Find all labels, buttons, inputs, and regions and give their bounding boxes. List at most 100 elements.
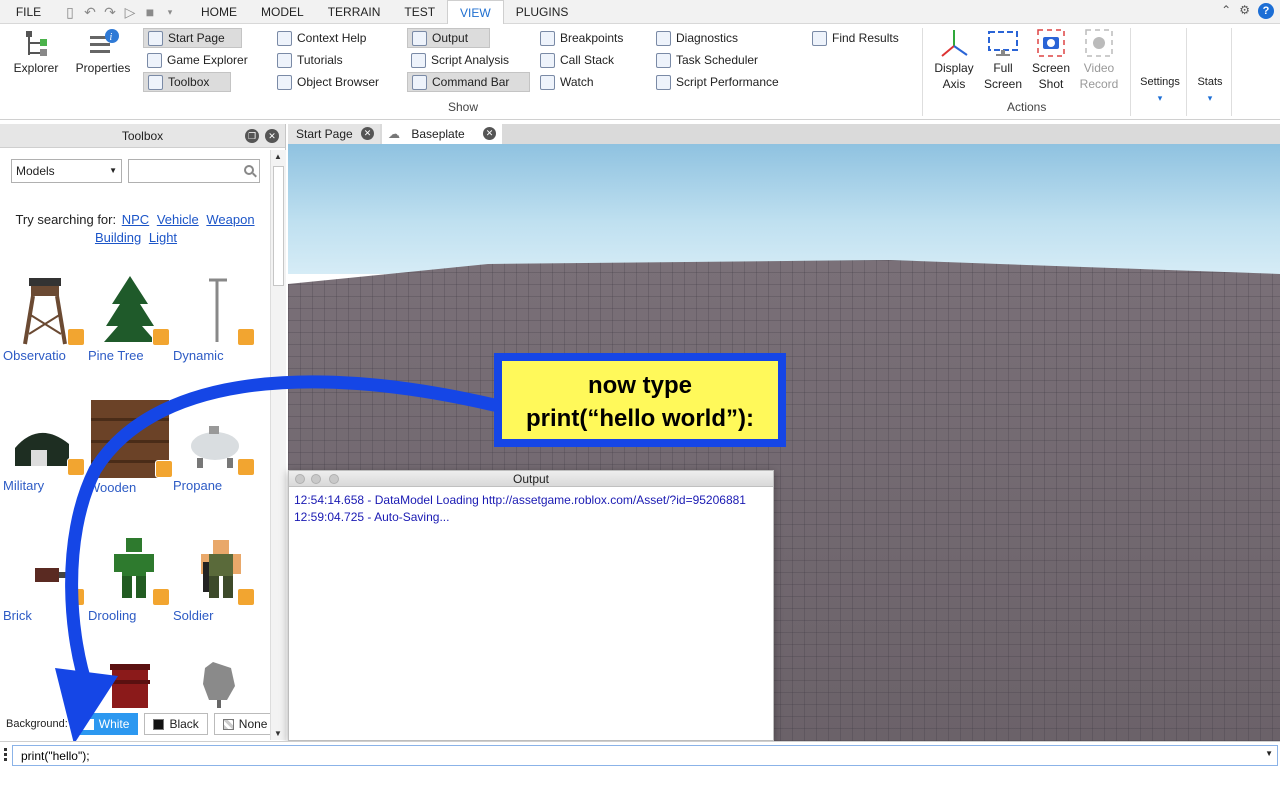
tab-home[interactable]: HOME <box>189 0 249 24</box>
script-analysis-toggle[interactable]: Script Analysis <box>407 50 513 70</box>
tab-baseplate-label: Baseplate <box>411 127 465 141</box>
binoculars-icon <box>812 30 827 46</box>
asset-item[interactable]: Military <box>3 404 85 493</box>
asset-item[interactable] <box>88 660 170 708</box>
full-screen-icon <box>987 28 1019 58</box>
asset-item[interactable]: Brick <box>3 534 85 623</box>
diagnostics-toggle[interactable]: Diagnostics <box>652 28 742 48</box>
asset-item[interactable]: Pine Tree <box>88 274 170 363</box>
start-page-toggle[interactable]: Start Page <box>143 28 242 48</box>
quick-access-toolbar: ▯ ↶ ↷ ▷ ■ ▾ <box>57 0 183 24</box>
output-log: 12:54:14.658 - DataModel Loading http://… <box>289 487 773 526</box>
stop-icon[interactable]: ■ <box>143 5 157 19</box>
asset-item[interactable]: Observatio <box>3 274 85 363</box>
tab-start-page[interactable]: Start Page ✕ <box>288 124 380 144</box>
divider <box>922 28 923 116</box>
play-icon[interactable]: ▷ <box>123 5 137 19</box>
white-swatch-icon <box>82 718 94 730</box>
record-icon <box>1083 28 1115 58</box>
task-scheduler-toggle[interactable]: Task Scheduler <box>652 50 762 70</box>
tutorials-icon <box>277 52 292 68</box>
video-record-button[interactable]: Video Record <box>1076 28 1122 92</box>
output-titlebar[interactable]: Output <box>289 471 773 487</box>
help-icon[interactable]: ? <box>1258 3 1274 19</box>
customize-icon[interactable]: ▾ <box>163 5 177 19</box>
breakpoints-toggle[interactable]: Breakpoints <box>536 28 627 48</box>
screen-shot-button[interactable]: Screen Shot <box>1028 28 1074 92</box>
endorsed-badge-icon <box>155 460 173 478</box>
window-minimize-icon[interactable] <box>311 474 321 484</box>
drag-handle-icon[interactable] <box>4 748 7 761</box>
find-results-toggle[interactable]: Find Results <box>808 28 903 48</box>
new-file-icon[interactable]: ▯ <box>63 5 77 19</box>
properties-label: Properties <box>75 61 131 75</box>
asset-item[interactable]: Dynamic <box>173 274 255 363</box>
script-performance-toggle[interactable]: Script Performance <box>652 72 783 92</box>
toolbox-toggle[interactable]: Toolbox <box>143 72 231 92</box>
suggestion-weapon[interactable]: Weapon <box>206 212 254 227</box>
tab-test[interactable]: TEST <box>392 0 447 24</box>
command-bar-toggle[interactable]: Command Bar <box>407 72 530 92</box>
file-menu[interactable]: FILE <box>0 5 57 19</box>
object-browser-toggle[interactable]: Object Browser <box>273 72 383 92</box>
scrollbar-thumb[interactable] <box>273 166 284 286</box>
search-input[interactable] <box>131 161 239 181</box>
stats-dropdown[interactable]: Stats ▾ <box>1192 74 1228 106</box>
asset-item[interactable]: Propane <box>173 404 255 493</box>
undo-icon[interactable]: ↶ <box>83 5 97 19</box>
script-performance-label: Script Performance <box>676 75 779 89</box>
full-screen-button[interactable]: Full Screen <box>980 28 1026 92</box>
tab-view[interactable]: VIEW <box>447 0 504 25</box>
settings-dropdown[interactable]: Settings ▾ <box>1138 74 1182 106</box>
call-stack-toggle[interactable]: Call Stack <box>536 50 618 70</box>
close-icon[interactable]: ✕ <box>361 127 374 140</box>
asset-item[interactable]: Wooden <box>88 400 173 495</box>
window-close-icon[interactable] <box>295 474 305 484</box>
toolbox-scrollbar[interactable]: ▲ ▼ <box>270 150 286 740</box>
explorer-button[interactable]: Explorer <box>12 28 60 76</box>
close-icon[interactable]: ✕ <box>483 127 496 140</box>
tab-model[interactable]: MODEL <box>249 0 316 24</box>
bg-none-button[interactable]: None <box>213 713 277 735</box>
toolbox-search[interactable] <box>128 159 260 183</box>
menu-bar: FILE ▯ ↶ ↷ ▷ ■ ▾ HOME MODEL TERRAIN TEST… <box>0 0 1280 25</box>
chevron-down-icon: ▾ <box>1157 93 1163 103</box>
properties-button[interactable]: i Properties <box>72 28 134 76</box>
command-input-box[interactable]: ▼ <box>12 745 1278 766</box>
output-window: Output 12:54:14.658 - DataModel Loading … <box>288 470 774 741</box>
asset-item[interactable] <box>173 660 255 708</box>
chevron-down-icon: ▾ <box>1207 93 1213 103</box>
tab-plugins[interactable]: PLUGINS <box>504 0 581 24</box>
tab-baseplate[interactable]: ☁ Baseplate ✕ <box>382 124 502 144</box>
output-toggle[interactable]: Output <box>407 28 490 48</box>
category-select[interactable]: Models ▼ <box>11 159 122 183</box>
asset-item[interactable]: Drooling <box>88 534 170 623</box>
scroll-down-icon[interactable]: ▼ <box>274 729 282 738</box>
redo-icon[interactable]: ↷ <box>103 5 117 19</box>
suggestion-building[interactable]: Building <box>95 230 141 245</box>
scroll-up-icon[interactable]: ▲ <box>274 152 282 161</box>
close-icon[interactable]: ✕ <box>265 129 279 143</box>
window-zoom-icon[interactable] <box>329 474 339 484</box>
bg-black-button[interactable]: Black <box>144 713 208 735</box>
collapse-ribbon-icon[interactable]: ⌃ <box>1221 3 1231 19</box>
endorsed-badge-icon <box>67 588 85 606</box>
display-axis-button[interactable]: Display Axis <box>930 28 978 92</box>
bg-white-button[interactable]: White <box>73 713 139 735</box>
tab-terrain[interactable]: TERRAIN <box>316 0 393 24</box>
tutorials-toggle[interactable]: Tutorials <box>273 50 347 70</box>
divider <box>1130 28 1131 116</box>
context-help-toggle[interactable]: Context Help <box>273 28 370 48</box>
command-input[interactable] <box>13 746 1243 765</box>
suggestion-light[interactable]: Light <box>149 230 177 245</box>
settings-gear-icon[interactable]: ⚙ <box>1239 3 1250 19</box>
asset-item[interactable]: Soldier <box>173 534 255 623</box>
call-stack-icon <box>540 52 555 68</box>
suggestion-vehicle[interactable]: Vehicle <box>157 212 199 227</box>
search-icon[interactable] <box>244 165 254 175</box>
undock-icon[interactable]: ❐ <box>245 129 259 143</box>
watch-toggle[interactable]: Watch <box>536 72 598 92</box>
chevron-down-icon[interactable]: ▼ <box>1265 749 1273 758</box>
suggestion-npc[interactable]: NPC <box>122 212 149 227</box>
game-explorer-toggle[interactable]: Game Explorer <box>143 50 252 70</box>
